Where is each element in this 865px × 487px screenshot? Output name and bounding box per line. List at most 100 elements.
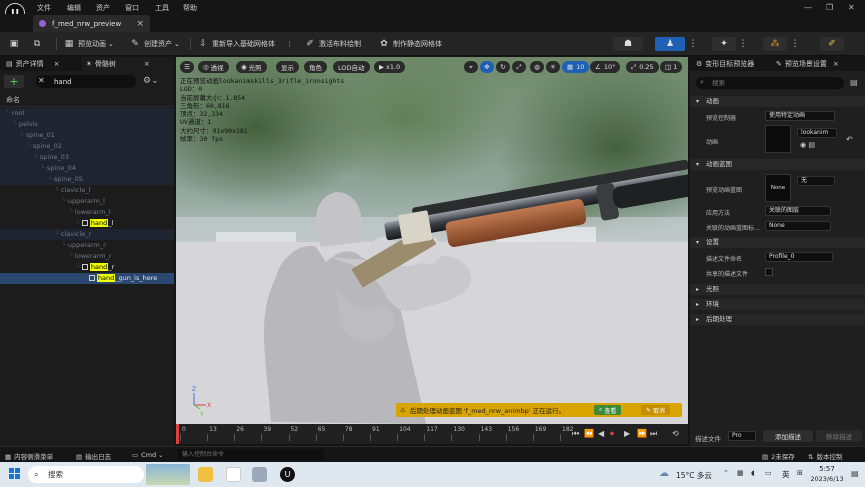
timeline[interactable]: 0 13 26 39 52 65 78 91 104 117 130 143 156 169 182 ⏮ ⏪… — [176, 424, 688, 444]
save-icon[interactable]: ▣ — [9, 37, 23, 51]
viewport-menu-button[interactable]: ☰ — [180, 61, 194, 73]
preview-anim-bp-select[interactable]: 无 — [797, 176, 835, 186]
more-options-icon[interactable]: ⋮ — [286, 37, 293, 51]
more-options-icon[interactable]: ⋮ — [688, 37, 698, 51]
notice-view-button[interactable]: ⌕ 查看 — [594, 405, 622, 415]
menu-help[interactable]: 帮助 — [183, 3, 197, 13]
step-forward-icon[interactable]: ⏩ — [637, 429, 647, 438]
section-anim-blueprint[interactable]: 动画蓝图 — [690, 159, 865, 170]
scale-snap-button[interactable]: ⤢ 0.25 — [626, 61, 659, 73]
preview-controller-select[interactable]: 使用特定动画 — [765, 111, 835, 121]
taskbar-search-input[interactable]: 搜索 — [28, 466, 144, 483]
section-settings[interactable]: 设置 — [690, 237, 865, 248]
section-animation[interactable]: 动画 — [690, 96, 865, 107]
play-icon[interactable]: ▶ — [624, 429, 630, 438]
profile-name-input[interactable]: Profile_0 — [765, 252, 833, 262]
cmd-button[interactable]: ▭ Cmd ⌄ — [132, 451, 164, 459]
animation-select[interactable]: lookanim — [797, 128, 837, 138]
output-log-button[interactable]: ▤ 输出日志 — [76, 451, 111, 461]
tree-row[interactable]: └ lowerarm_r — [0, 251, 174, 262]
surface-snap-icon[interactable]: ✳ — [546, 61, 560, 73]
character-button[interactable]: 角色 — [304, 61, 327, 73]
menu-edit[interactable]: 编辑 — [67, 3, 81, 13]
tree-row[interactable]: └ spine_04 — [0, 163, 174, 174]
file-explorer-icon[interactable] — [198, 467, 213, 482]
preview-anim-button[interactable]: ▦ 预览动画 ⌄ — [64, 37, 114, 51]
minimize-button[interactable]: — — [804, 3, 812, 12]
weather-text[interactable]: 15°C 多云 — [676, 470, 712, 481]
linked-layer-select[interactable]: None — [765, 221, 831, 231]
add-bone-button[interactable]: + — [4, 75, 24, 88]
cloth-paint-button[interactable]: ✐ 激活布料绘制 — [305, 37, 361, 51]
blueprint-mode-button[interactable]: ⁂ — [763, 37, 787, 51]
select-mode-icon[interactable]: ⌖ — [464, 61, 478, 73]
make-static-mesh-button[interactable]: ✿ 制作静态网格体 — [379, 37, 442, 51]
playback-speed-button[interactable]: ▶ x1.0 — [374, 61, 406, 73]
input-language[interactable]: 英 — [782, 469, 790, 480]
record-icon[interactable]: ⏺ — [610, 429, 614, 439]
content-drawer-button[interactable]: ▦ 内容侧滑菜单 — [5, 451, 53, 461]
step-back-icon[interactable]: ⏪ — [584, 429, 594, 438]
screenshot-app-icon[interactable] — [252, 467, 267, 482]
tree-row[interactable]: └ upperarm_r — [0, 240, 174, 251]
perspective-button[interactable]: ◎ 透视 — [198, 61, 229, 73]
camera-speed-button[interactable]: ◫ 1 — [660, 61, 683, 73]
notifications-icon[interactable]: ▤ — [851, 469, 859, 478]
gear-icon[interactable]: ⚙⌄ — [143, 76, 159, 86]
tab-morph-target-previewer[interactable]: ⚙ 变形目标预览器 — [696, 57, 754, 71]
clock-time[interactable]: 5:57 — [809, 465, 845, 473]
create-asset-button[interactable]: ✎ 创建资产 ⌄ — [130, 37, 180, 51]
apply-method-select[interactable]: 关联的图层 — [765, 206, 831, 216]
footer-profile-select[interactable]: Pro — [728, 431, 756, 441]
clear-search-icon[interactable]: ✕ — [38, 76, 45, 85]
tree-row[interactable]: └ spine_01 — [0, 130, 174, 141]
mesh-mode-button[interactable]: ♟ — [655, 37, 685, 51]
viewport[interactable]: Z X Y ☰ ◎ 透视 ◉ 光照 显示 角色 LOD自动 ▶ x1.0 ⌖ ✥ ↻ … — [176, 57, 688, 424]
tree-row[interactable]: └ upperarm_l — [0, 196, 174, 207]
section-post-process[interactable]: 后期处理 — [690, 314, 865, 325]
details-search-input[interactable]: 搜索 — [696, 77, 844, 89]
ime-icon[interactable]: ⊞ — [797, 469, 803, 477]
lighting-button[interactable]: ◉ 光照 — [236, 61, 267, 73]
battery-icon[interactable]: ▭ — [765, 469, 772, 477]
tab-preview-scene-settings[interactable]: ✎ 预览场景设置 × — [776, 57, 839, 71]
reset-icon[interactable]: ↶ — [846, 135, 853, 144]
browse-icon[interactable]: ◉ ▤ — [800, 141, 815, 149]
show-button[interactable]: 显示 — [276, 61, 299, 73]
more-options-icon[interactable]: ⋮ — [738, 37, 748, 51]
tree-row[interactable]: └ spine_02 — [0, 141, 174, 152]
animation-mode-button[interactable]: ✦ — [712, 37, 736, 51]
close-tab-icon[interactable]: × — [136, 19, 144, 29]
tab-asset-details[interactable]: ▤ 资产详情 × — [6, 57, 60, 71]
section-lighting[interactable]: 光照 — [690, 284, 865, 295]
tree-row[interactable]: └ lowerarm_l — [0, 207, 174, 218]
close-window-button[interactable]: ✕ — [848, 3, 855, 12]
network-icon[interactable]: ▦ — [737, 469, 744, 477]
view-options-icon[interactable]: ▤ — [850, 78, 858, 87]
loop-icon[interactable]: ⟲ — [672, 429, 679, 438]
tab-skeleton-tree[interactable]: ✶ 骨骼树 × — [86, 57, 150, 71]
menu-asset[interactable]: 资产 — [96, 3, 110, 13]
notepad-icon[interactable] — [226, 467, 241, 482]
tree-row[interactable]: └ clavicle_l — [0, 185, 174, 196]
clock-date[interactable]: 2023/6/13 — [805, 475, 849, 483]
tree-row[interactable]: └ clavicle_r — [0, 229, 174, 240]
reimport-mesh-button[interactable]: ⇩ 重新导入基础网格体 — [198, 37, 275, 51]
tree-row[interactable]: └ hand_l — [0, 218, 174, 229]
to-end-icon[interactable]: ⏭ — [650, 429, 657, 439]
add-profile-button[interactable]: 添加描述 — [763, 430, 813, 442]
remove-profile-button[interactable]: 移除描述 — [816, 430, 862, 442]
grid-snap-button[interactable]: ▦ 10 — [562, 61, 590, 73]
menu-window[interactable]: 窗口 — [125, 3, 139, 13]
tree-row[interactable]: └ hand_gun_is_here — [0, 273, 174, 284]
rotate-icon[interactable]: ↻ — [496, 61, 510, 73]
asset-tab[interactable]: f_med_nrw_preview × — [33, 15, 150, 32]
to-start-icon[interactable]: ⏮ — [572, 429, 579, 439]
unsaved-button[interactable]: ▤ 2未保存 — [762, 451, 795, 461]
maximize-button[interactable]: ❐ — [826, 3, 833, 12]
console-command-input[interactable]: 输入控制台命令 — [178, 449, 324, 460]
more-options-icon[interactable]: ⋮ — [790, 37, 800, 51]
section-environment[interactable]: 环境 — [690, 299, 865, 310]
source-control-button[interactable]: ⇅ 版本控制 — [808, 451, 842, 461]
skeleton-mode-button[interactable]: ☗ — [613, 37, 643, 51]
